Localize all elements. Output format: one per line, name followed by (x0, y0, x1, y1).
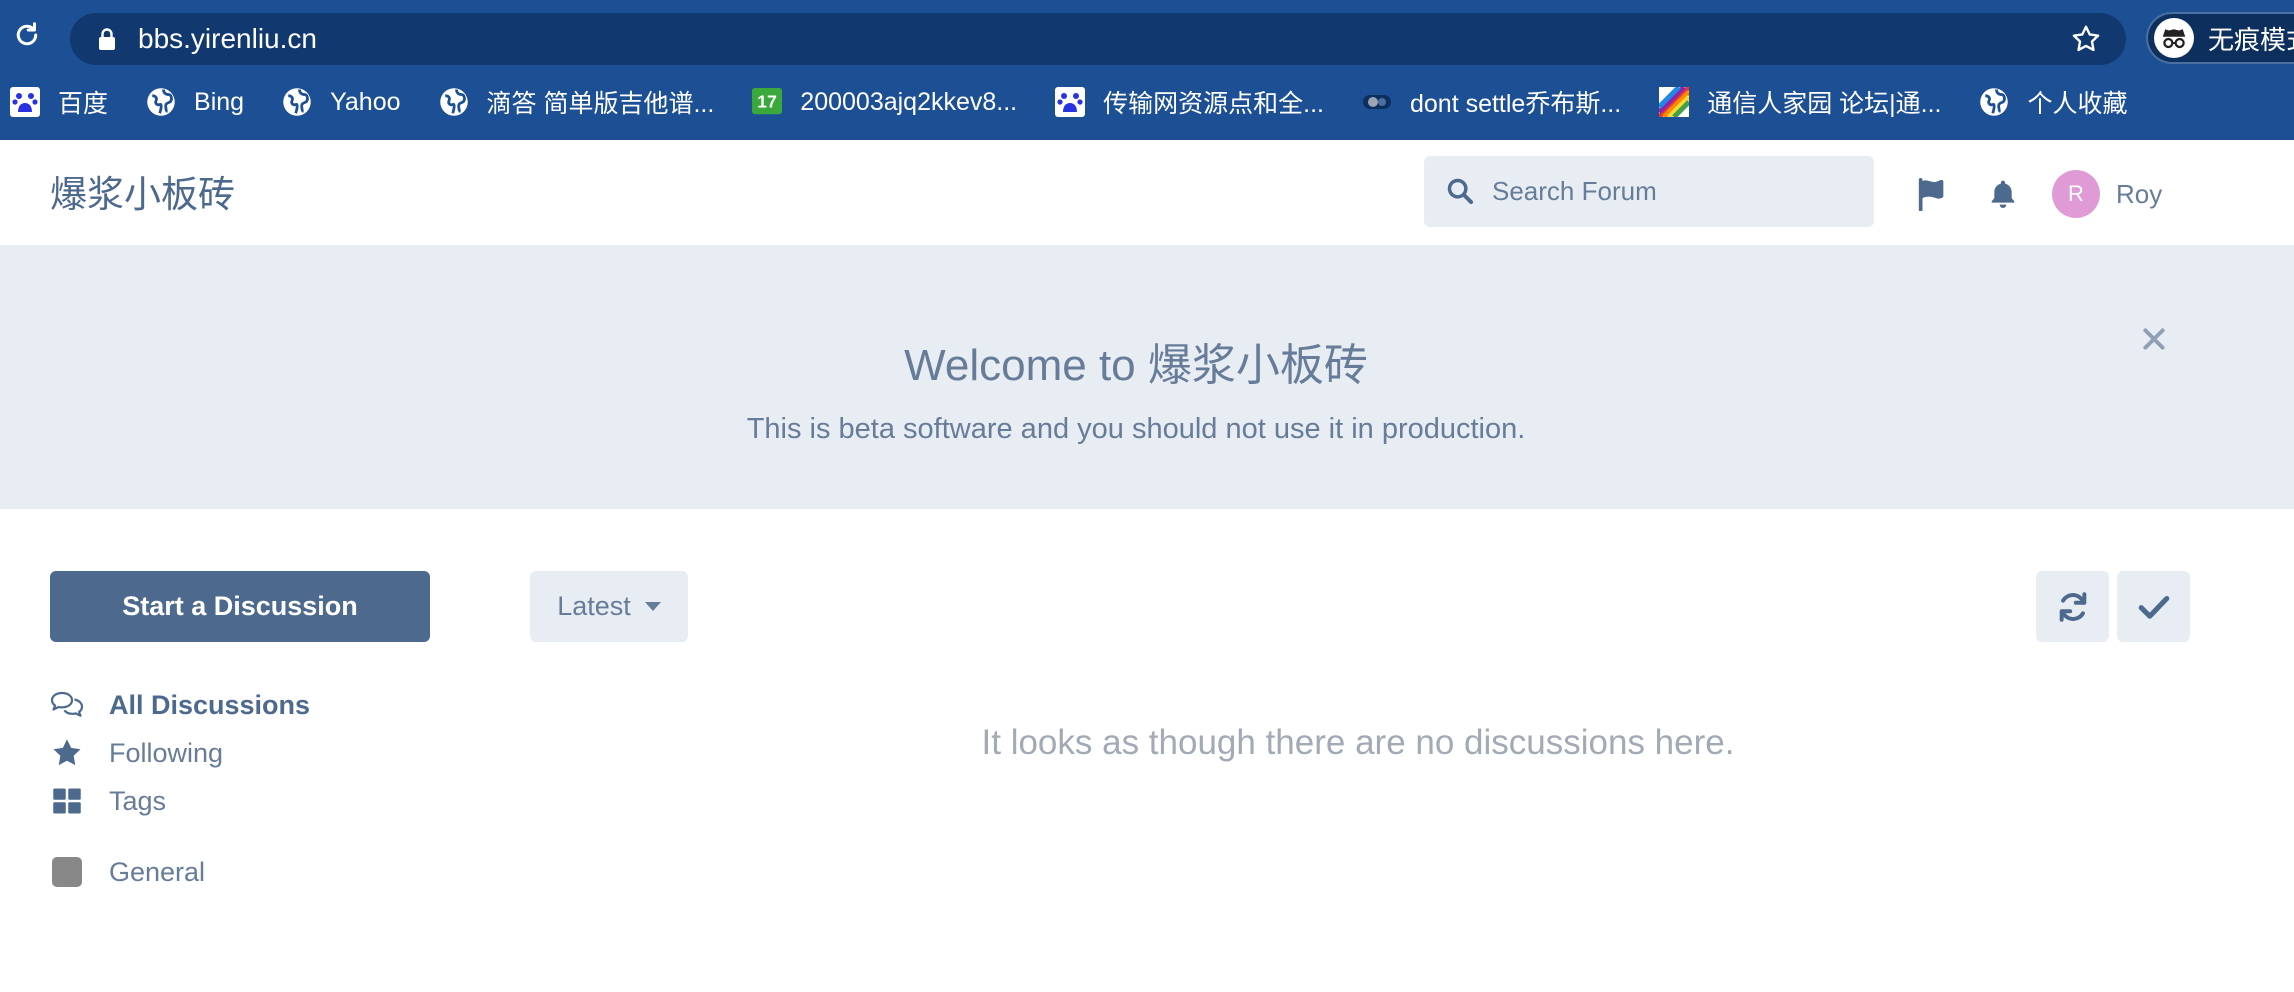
incognito-badge[interactable]: 无痕模式 (2146, 12, 2294, 64)
bookmark-label: 传输网资源点和全... (1103, 90, 1324, 118)
avatar[interactable]: R (2052, 170, 2100, 218)
nav-item-general-tag[interactable]: General (50, 852, 430, 892)
globe-icon (439, 87, 469, 117)
bookmark-17[interactable]: 17 200003ajq2kkev8... (752, 80, 1017, 124)
caret-down-icon (644, 602, 661, 611)
refresh-icon (2059, 591, 2086, 622)
site-title[interactable]: 爆浆小板砖 (50, 164, 235, 218)
search-box[interactable] (1424, 156, 1874, 227)
bookmark-transport[interactable]: 传输网资源点和全... (1055, 80, 1324, 124)
browser-toolbar: bbs.yirenliu.cn 无痕模式 (0, 0, 2294, 74)
nav-label: Following (109, 737, 224, 768)
bookmark-label: 个人收藏 (2027, 90, 2128, 118)
bookmark-baidu[interactable]: 百度 (10, 80, 108, 124)
bookmark-label: Yahoo (330, 87, 401, 116)
nav-item-all-discussions[interactable]: All Discussions (50, 685, 430, 725)
start-discussion-button[interactable]: Start a Discussion (50, 571, 430, 642)
lock-icon (99, 28, 115, 50)
flags-button[interactable] (1912, 174, 1952, 214)
bookmark-label: 滴答 简单版吉他谱... (486, 90, 715, 118)
address-bar[interactable]: bbs.yirenliu.cn (70, 13, 2126, 65)
grid-icon (50, 784, 84, 818)
bookmark-label: dont settle乔布斯... (1409, 90, 1622, 118)
flag-icon (1918, 177, 1944, 211)
welcome-hero: Welcome to 爆浆小板砖 This is beta software a… (0, 245, 2294, 509)
bookmark-label: Bing (194, 87, 245, 116)
nav-label: General (109, 856, 206, 887)
app-header: 爆浆小板砖 R Roy (0, 140, 2294, 245)
search-input[interactable] (1492, 156, 1852, 227)
bookmark-c114[interactable]: 通信人家园 论坛|通... (1659, 80, 1941, 124)
globe-icon (146, 87, 176, 117)
close-icon (2143, 328, 2165, 350)
empty-discussions-message: It looks as though there are no discussi… (981, 723, 1735, 762)
mark-all-read-button[interactable] (2117, 571, 2190, 642)
bookmark-star-icon[interactable] (2070, 23, 2102, 55)
tag-square-icon (50, 855, 84, 889)
bookmark-dida[interactable]: 滴答 简单版吉他谱... (439, 80, 715, 124)
user-name[interactable]: Roy (2116, 179, 2162, 210)
bookmarks-bar: 百度 Bing Yahoo 滴答 简单版吉他谱... 17 200003ajq2… (0, 80, 2294, 124)
globe-icon (282, 87, 312, 117)
refresh-button[interactable] (2036, 571, 2109, 642)
toggle-icon (1362, 87, 1392, 117)
nav-item-following[interactable]: Following (50, 733, 430, 773)
incognito-label: 无痕模式 (2208, 24, 2294, 55)
sort-label: Latest (557, 591, 631, 621)
url-text[interactable]: bbs.yirenliu.cn (138, 25, 317, 53)
baidu-icon (1055, 87, 1086, 117)
bookmark-dont-settle[interactable]: dont settle乔布斯... (1362, 80, 1621, 124)
forum-page: 爆浆小板砖 R Roy Welcome to 爆浆小板砖 This is bet… (0, 140, 2294, 992)
bookmark-personal[interactable]: 个人收藏 (1979, 80, 2127, 124)
nav-label: Tags (109, 785, 167, 816)
reload-icon (16, 22, 38, 46)
browser-chrome: bbs.yirenliu.cn 无痕模式 百度 (0, 0, 2294, 140)
bookmark-label: 通信人家园 论坛|通... (1707, 90, 1942, 118)
bookmark-bing[interactable]: Bing (146, 80, 244, 124)
reload-button[interactable] (10, 18, 44, 52)
baidu-icon (10, 87, 40, 117)
bell-icon (1991, 180, 2015, 208)
incognito-icon (2154, 18, 2194, 58)
rainbow-icon (1659, 87, 1690, 117)
hero-description: This is beta software and you should not… (746, 413, 1526, 445)
nav-item-tags[interactable]: Tags (50, 781, 430, 821)
notifications-button[interactable] (1983, 174, 2023, 214)
bookmark-label: 百度 (58, 90, 109, 118)
hero-title: Welcome to 爆浆小板砖 (904, 341, 1368, 390)
nav-label: All Discussions (109, 689, 311, 720)
hero-close-button[interactable] (2136, 321, 2172, 357)
bookmark-label: 200003ajq2kkev8... (800, 87, 1018, 116)
bookmark-yahoo[interactable]: Yahoo (282, 80, 401, 124)
seventeen-icon: 17 (752, 87, 783, 117)
comments-icon (50, 688, 84, 722)
search-icon (1447, 178, 1474, 205)
check-icon (2138, 595, 2169, 619)
globe-icon (1979, 87, 2009, 117)
sort-dropdown[interactable]: Latest (530, 571, 688, 642)
svg-text:17: 17 (757, 92, 777, 112)
star-icon (50, 736, 84, 770)
